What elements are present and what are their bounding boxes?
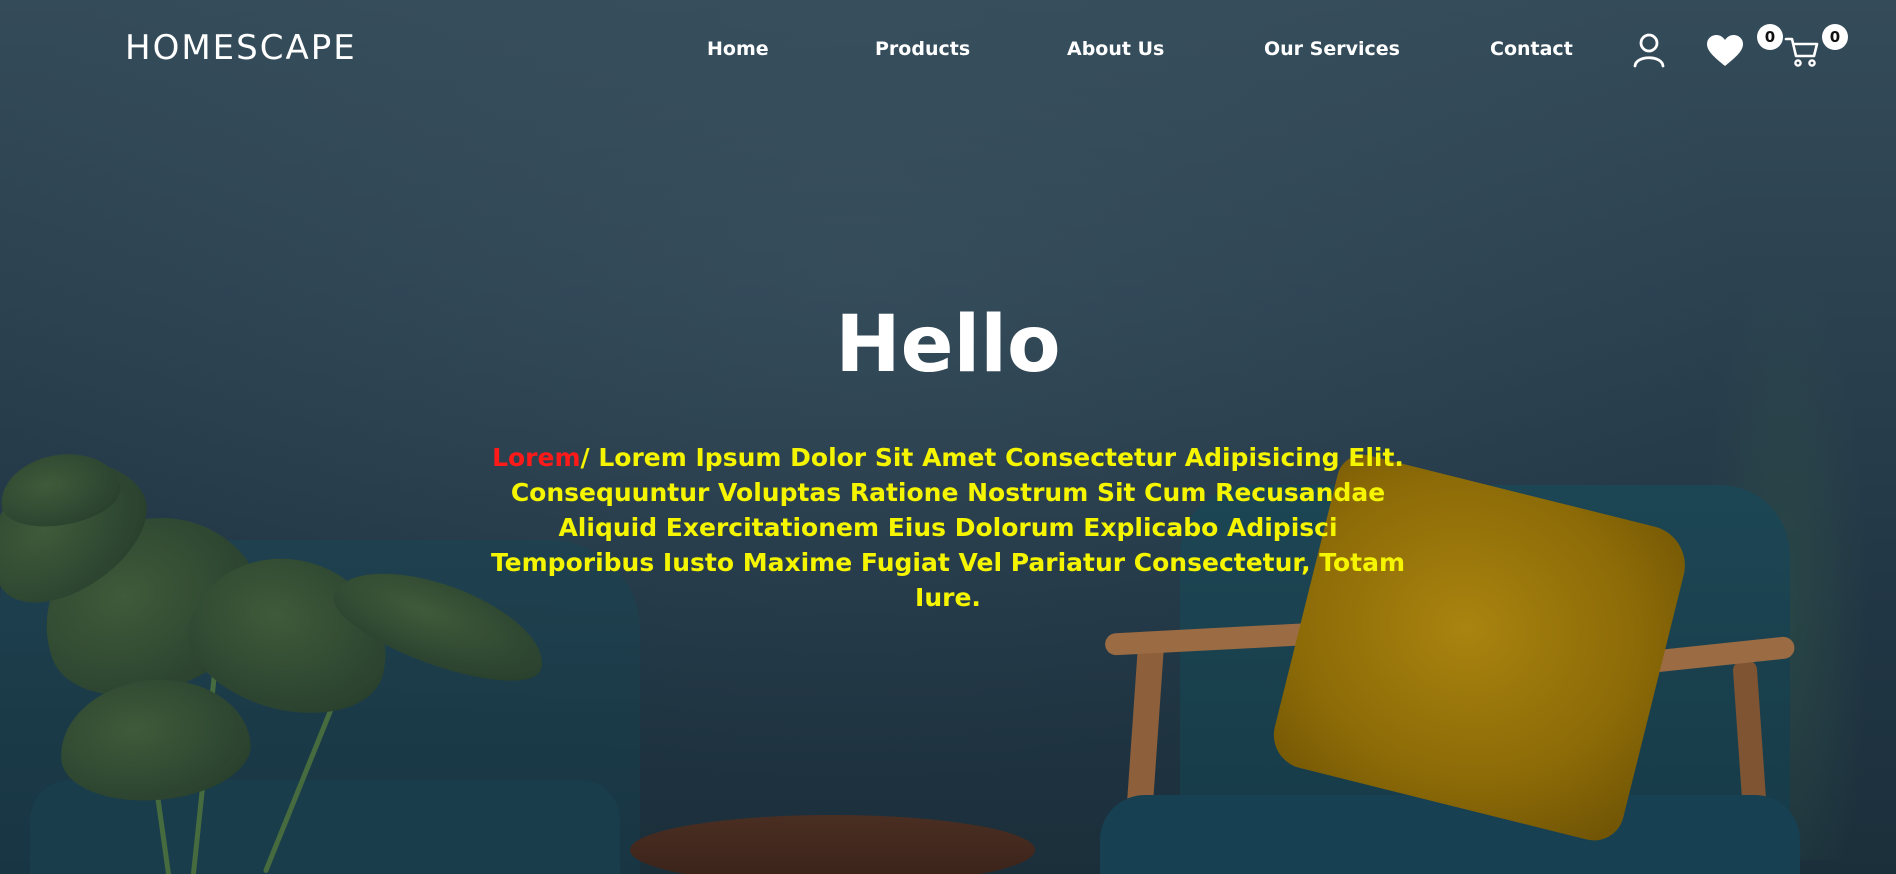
nav-home[interactable]: Home (707, 38, 769, 60)
cart-icon[interactable] (1784, 36, 1820, 68)
heart-icon[interactable] (1706, 34, 1744, 68)
hero-description-accent: Lorem (492, 443, 581, 472)
nav-products[interactable]: Products (875, 38, 970, 60)
nav-contact[interactable]: Contact (1490, 38, 1573, 60)
coffee-table (630, 815, 1035, 874)
hero-description: Lorem/ Lorem Ipsum Dolor Sit Amet Consec… (488, 440, 1408, 615)
armchair-seat (1100, 795, 1800, 874)
background-scene (0, 0, 1896, 874)
user-icon[interactable] (1632, 32, 1666, 68)
nav-links: Home Products About Us Our Services Cont… (0, 38, 1896, 68)
nav-about-us[interactable]: About Us (1067, 38, 1164, 60)
hero-title: Hello (835, 300, 1061, 390)
hero-description-body: / Lorem Ipsum Dolor Sit Amet Consectetur… (490, 443, 1406, 612)
nav-our-services[interactable]: Our Services (1264, 38, 1400, 60)
hero-section: HOMESCAPE Home Products About Us Our Ser… (0, 0, 1896, 874)
wishlist-count-badge: 0 (1757, 24, 1783, 50)
navbar: HOMESCAPE Home Products About Us Our Ser… (0, 0, 1896, 100)
cart-count-badge: 0 (1822, 24, 1848, 50)
